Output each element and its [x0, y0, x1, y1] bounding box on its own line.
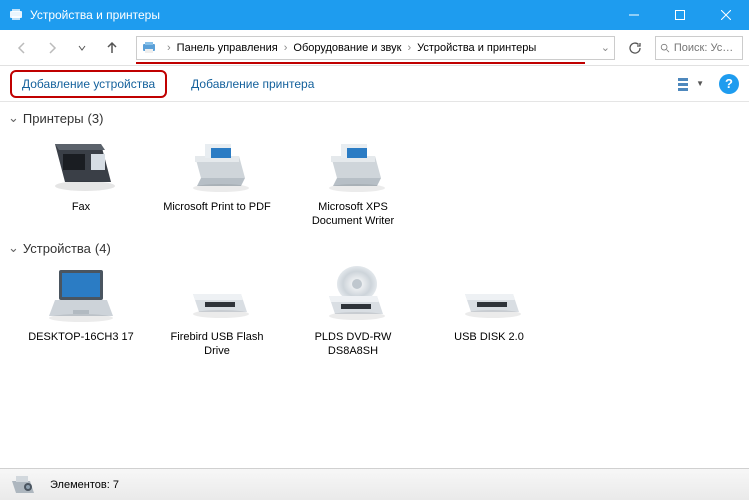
window-title: Устройства и принтеры — [30, 8, 611, 22]
devices-printers-icon — [141, 40, 157, 56]
devices-printers-icon — [8, 473, 40, 497]
devices-list: DESKTOP-16CH3 17 Firebird USB Flash Driv… — [0, 260, 749, 366]
chevron-down-icon: ⌄ — [8, 240, 19, 256]
maximize-button[interactable] — [657, 0, 703, 30]
device-item[interactable]: Microsoft XPS Document Writer — [298, 134, 408, 228]
content-area: ⌄ Принтеры (3) Fax — [0, 102, 749, 468]
chevron-right-icon[interactable]: › — [163, 42, 175, 54]
device-label: Microsoft XPS Document Writer — [298, 200, 408, 228]
device-item[interactable]: Fax — [26, 134, 136, 228]
device-label: PLDS DVD-RW DS8A8SH — [298, 330, 408, 358]
printers-list: Fax Microsoft Print to PDF — [0, 130, 749, 236]
minimize-button[interactable] — [611, 0, 657, 30]
device-item[interactable]: Firebird USB Flash Drive — [162, 264, 272, 358]
device-label: Fax — [72, 200, 90, 214]
search-icon — [660, 42, 670, 54]
section-title: Принтеры — [23, 111, 84, 126]
device-item[interactable]: PLDS DVD-RW DS8A8SH — [298, 264, 408, 358]
device-label: Firebird USB Flash Drive — [162, 330, 272, 358]
refresh-button[interactable] — [623, 36, 647, 60]
back-button[interactable] — [10, 36, 34, 60]
chevron-down-icon[interactable]: ⌄ — [601, 41, 610, 54]
add-device-button[interactable]: Добавление устройства — [10, 70, 167, 98]
search-input[interactable] — [674, 42, 738, 54]
view-options-button[interactable]: ▼ — [675, 74, 707, 94]
device-label: USB DISK 2.0 — [454, 330, 524, 344]
printer-icon — [181, 134, 253, 196]
forward-button[interactable] — [40, 36, 64, 60]
section-header-printers[interactable]: ⌄ Принтеры (3) — [0, 106, 749, 130]
chevron-down-icon: ▼ — [696, 79, 704, 88]
device-item[interactable]: Microsoft Print to PDF — [162, 134, 272, 228]
section-title: Устройства — [23, 241, 91, 256]
breadcrumb-part[interactable]: Оборудование и звук — [293, 42, 401, 54]
search-box[interactable] — [655, 36, 743, 60]
annotation-underline — [136, 62, 585, 64]
section-header-devices[interactable]: ⌄ Устройства (4) — [0, 236, 749, 260]
device-label: DESKTOP-16CH3 17 — [28, 330, 134, 344]
toolbar: Добавление устройства Добавление принтер… — [0, 66, 749, 102]
add-printer-button[interactable]: Добавление принтера — [191, 77, 314, 91]
laptop-icon — [45, 264, 117, 326]
device-item[interactable]: USB DISK 2.0 — [434, 264, 544, 358]
disk-drive-icon — [181, 264, 253, 326]
titlebar: Устройства и принтеры — [0, 0, 749, 30]
breadcrumb-part[interactable]: Панель управления — [177, 42, 278, 54]
disk-drive-icon — [453, 264, 525, 326]
chevron-right-icon[interactable]: › — [403, 42, 415, 54]
dvd-drive-icon — [317, 264, 389, 326]
section-count: (3) — [88, 111, 104, 126]
help-button[interactable]: ? — [719, 74, 739, 94]
chevron-down-icon: ⌄ — [8, 110, 19, 126]
status-bar: Элементов: 7 — [0, 468, 749, 500]
navigation-row: › Панель управления › Оборудование и зву… — [0, 30, 749, 66]
fax-icon — [45, 134, 117, 196]
devices-printers-icon — [8, 7, 24, 23]
chevron-right-icon[interactable]: › — [280, 42, 292, 54]
status-text: Элементов: 7 — [50, 479, 119, 491]
device-label: Microsoft Print to PDF — [163, 200, 271, 214]
close-button[interactable] — [703, 0, 749, 30]
printer-icon — [317, 134, 389, 196]
breadcrumb[interactable]: › Панель управления › Оборудование и зву… — [136, 36, 615, 60]
up-button[interactable] — [100, 36, 124, 60]
device-item[interactable]: DESKTOP-16CH3 17 — [26, 264, 136, 358]
breadcrumb-part[interactable]: Устройства и принтеры — [417, 42, 536, 54]
recent-locations-button[interactable] — [70, 36, 94, 60]
section-count: (4) — [95, 241, 111, 256]
